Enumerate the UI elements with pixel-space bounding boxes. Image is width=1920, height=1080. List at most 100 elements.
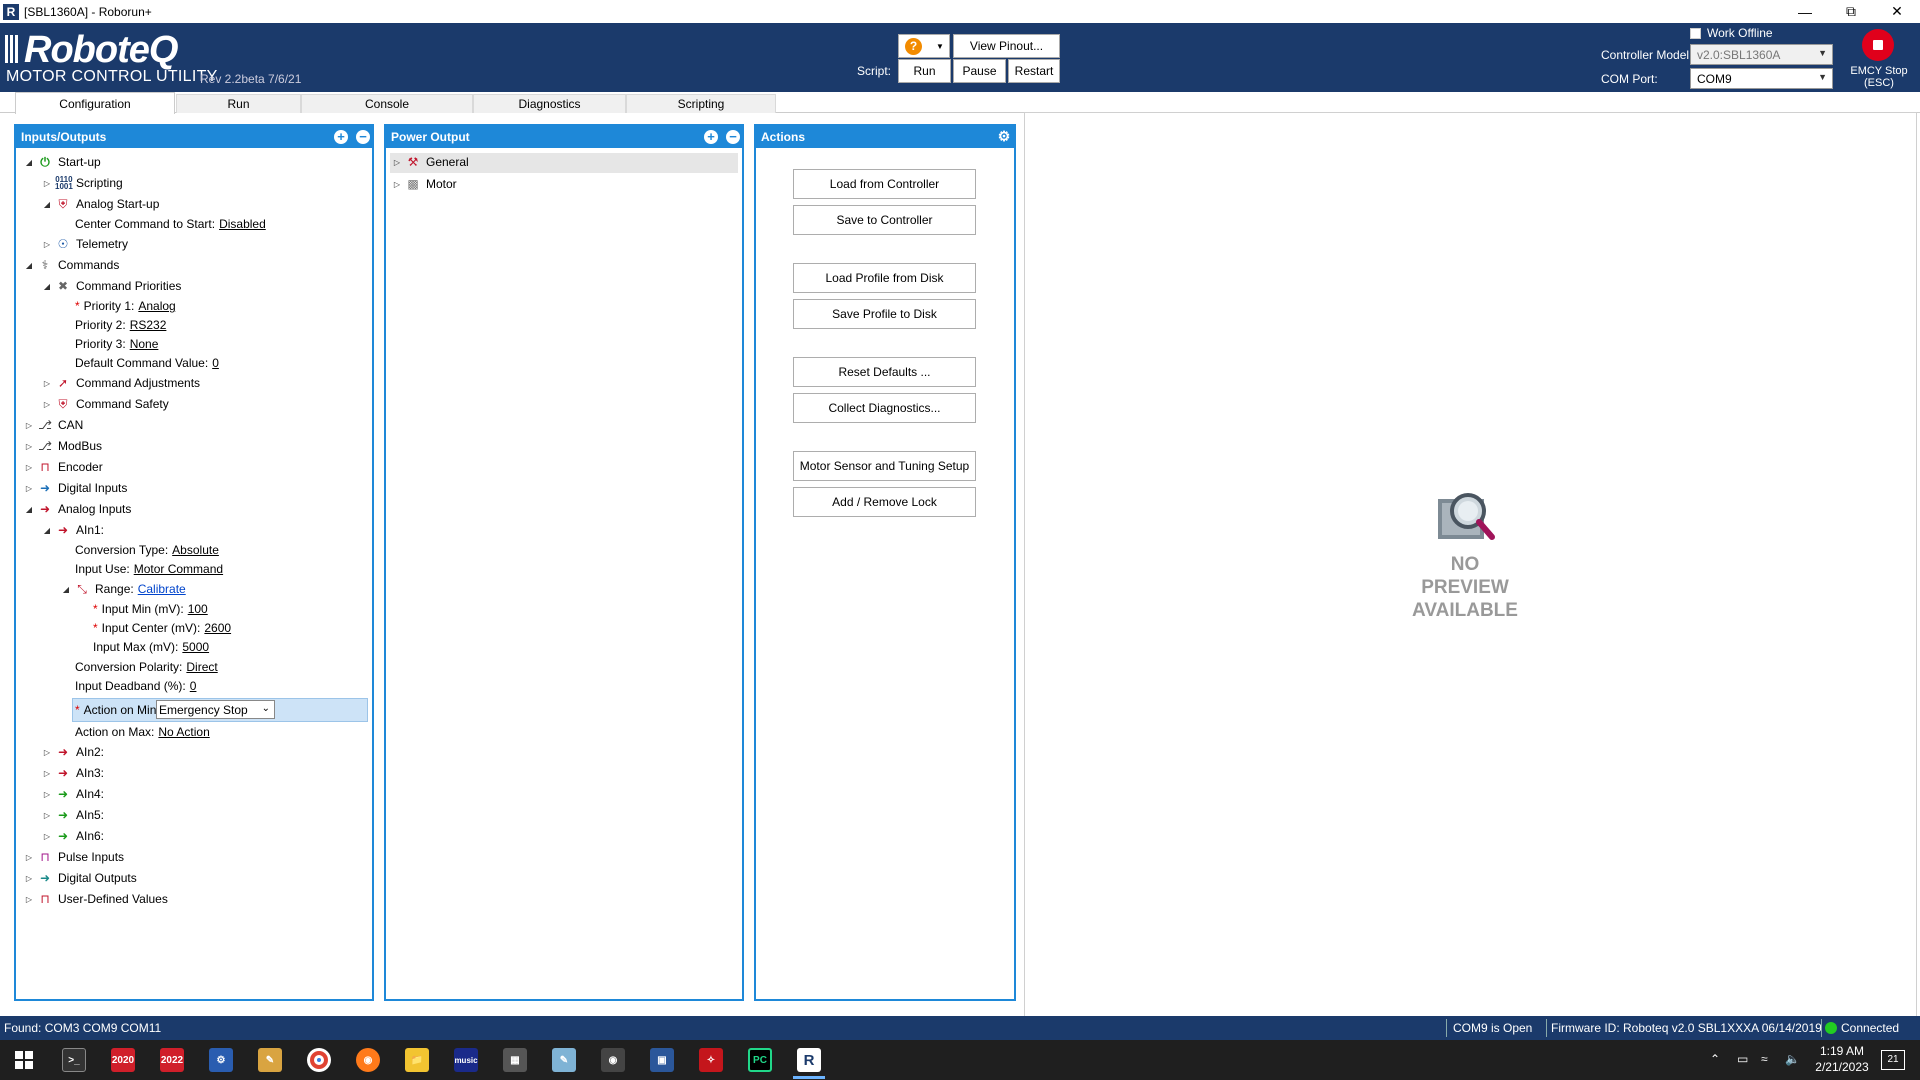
tree-node-ain2[interactable]: ▷ ➜ AIn2: (42, 743, 104, 761)
script-run-button[interactable]: Run (898, 59, 951, 83)
collect-diagnostics-button[interactable]: Collect Diagnostics... (793, 393, 976, 423)
tree-node-pulse-inputs[interactable]: ▷ ⊓ Pulse Inputs (24, 848, 124, 866)
volume-icon[interactable]: 🔈 (1785, 1052, 1800, 1066)
tree-node-ain3[interactable]: ▷ ➜ AIn3: (42, 764, 104, 782)
tray-chevron-icon[interactable]: ⌃ (1710, 1052, 1720, 1066)
tree-node-user-defined-values[interactable]: ▷ ⊓ User-Defined Values (24, 890, 168, 908)
roborun-icon[interactable]: R (797, 1048, 821, 1072)
wifi-icon[interactable]: ≈ (1761, 1052, 1768, 1066)
app-icon[interactable]: ⚙ (209, 1048, 233, 1072)
tree-prop-input-deadband[interactable]: Input Deadband (%): 0 (75, 677, 196, 695)
controller-model-select[interactable]: v2.0:SBL1360A ▼ (1690, 44, 1833, 65)
controller-model-label: Controller Model: (1601, 48, 1693, 62)
notification-center-icon[interactable]: 21 (1881, 1050, 1905, 1070)
help-dropdown-button[interactable]: ? ▼ (898, 34, 950, 58)
tree-prop-default-command[interactable]: Default Command Value: 0 (75, 354, 219, 372)
tree-node-startup[interactable]: ◢ ⏻ Start-up (24, 153, 101, 171)
save-profile-button[interactable]: Save Profile to Disk (793, 299, 976, 329)
tree-node-general[interactable]: ▷ ⚒ General (392, 153, 469, 171)
tree-prop-input-min[interactable]: * Input Min (mV): 100 (93, 600, 208, 618)
tree-node-modbus[interactable]: ▷ ⎇ ModBus (24, 437, 102, 455)
file-explorer-icon[interactable]: 📁 (405, 1048, 429, 1072)
view-pinout-button[interactable]: View Pinout... (953, 34, 1060, 58)
tree-node-commands[interactable]: ◢ ⚕ Commands (24, 256, 119, 274)
collapse-all-icon[interactable]: − (356, 130, 370, 144)
load-profile-button[interactable]: Load Profile from Disk (793, 263, 976, 293)
tree-node-analog-startup[interactable]: ◢ ⛨ Analog Start-up (42, 195, 159, 213)
tree-node-digital-outputs[interactable]: ▷ ➜ Digital Outputs (24, 869, 137, 887)
tree-node-digital-inputs[interactable]: ▷ ➜ Digital Inputs (24, 479, 127, 497)
expand-all-icon[interactable]: + (334, 130, 348, 144)
tree-node-analog-inputs[interactable]: ◢ ➜ Analog Inputs (24, 500, 131, 518)
tree-node-range[interactable]: ◢ ⤡ Range: Calibrate (61, 580, 186, 598)
tree-prop-input-center[interactable]: * Input Center (mV): 2600 (93, 619, 231, 637)
camera-icon[interactable]: ◉ (601, 1048, 625, 1072)
tree-prop-priority-3[interactable]: Priority 3: None (75, 335, 158, 353)
tree-prop-priority-1[interactable]: * Priority 1: Analog (75, 297, 176, 315)
tab-console[interactable]: Console (301, 94, 473, 113)
tab-scripting[interactable]: Scripting (626, 94, 776, 113)
firefox-icon[interactable]: ◉ (356, 1048, 380, 1072)
tree-node-telemetry[interactable]: ▷ ☉ Telemetry (42, 235, 128, 253)
action-on-min-select[interactable]: Emergency Stop ⌄ (156, 700, 275, 719)
com-port-select[interactable]: COM9 ▼ (1690, 68, 1833, 89)
script-restart-button[interactable]: Restart (1008, 59, 1060, 83)
tree-node-ain6[interactable]: ▷ ➜ AIn6: (42, 827, 104, 845)
tree-node-ain4[interactable]: ▷ ➜ AIn4: (42, 785, 104, 803)
tree-prop-priority-2[interactable]: Priority 2: RS232 (75, 316, 166, 334)
tree-node-encoder[interactable]: ▷ ⊓ Encoder (24, 458, 103, 476)
calculator-icon[interactable]: ▦ (503, 1048, 527, 1072)
save-to-controller-button[interactable]: Save to Controller (793, 205, 976, 235)
collapse-all-icon[interactable]: − (726, 130, 740, 144)
chrome-icon[interactable] (307, 1048, 331, 1072)
window-app-icon[interactable]: ▣ (650, 1048, 674, 1072)
tree-prop-input-use[interactable]: Input Use: Motor Command (75, 560, 223, 578)
tree-node-motor[interactable]: ▷ ▩ Motor (392, 175, 457, 193)
close-icon[interactable]: ✕ (1874, 0, 1920, 23)
tree-prop-center-command[interactable]: Center Command to Start: Disabled (75, 215, 266, 233)
tree-prop-conversion-type[interactable]: Conversion Type: Absolute (75, 541, 219, 559)
paint-icon[interactable]: ✎ (258, 1048, 282, 1072)
notes-icon[interactable]: ✎ (552, 1048, 576, 1072)
tree-node-command-safety[interactable]: ▷ ⛨ Command Safety (42, 395, 169, 413)
main-tabs: Configuration Run Console Diagnostics Sc… (0, 92, 1920, 114)
status-bar: Found: COM3 COM9 COM11 COM9 is Open Firm… (0, 1016, 1920, 1040)
settings-gear-icon[interactable]: ⚙ (997, 129, 1011, 144)
restore-icon[interactable]: ⧉ (1828, 0, 1874, 23)
emergency-stop-button[interactable] (1862, 29, 1894, 61)
user-values-icon: ⊓ (40, 892, 50, 906)
network-icon: ⎇ (38, 439, 52, 453)
acrobat-icon[interactable]: ✧ (699, 1048, 723, 1072)
tree-node-can[interactable]: ▷ ⎇ CAN (24, 416, 83, 434)
clock[interactable]: 1:19 AM 2/21/2023 (1812, 1044, 1872, 1074)
solidworks-2022-icon[interactable]: 2022 (160, 1048, 184, 1072)
load-from-controller-button[interactable]: Load from Controller (793, 169, 976, 199)
tree-prop-conversion-polarity[interactable]: Conversion Polarity: Direct (75, 658, 218, 676)
tree-node-command-priorities[interactable]: ◢ ✖ Command Priorities (42, 277, 181, 295)
minimize-icon[interactable]: — (1782, 0, 1828, 23)
tree-node-command-adjustments[interactable]: ▷ ➚ Command Adjustments (42, 374, 200, 392)
script-pause-button[interactable]: Pause (953, 59, 1006, 83)
tree-node-ain1[interactable]: ◢ ➜ AIn1: (42, 521, 104, 539)
tree-node-ain5[interactable]: ▷ ➜ AIn5: (42, 806, 104, 824)
title-bar: R [SBL1360A] - Roborun+ — ⧉ ✕ (0, 0, 1920, 23)
tab-configuration[interactable]: Configuration (15, 92, 175, 114)
port-status: COM9 is Open (1453, 1021, 1533, 1035)
tree-node-scripting[interactable]: ▷ 0110 1001 Scripting (42, 174, 123, 192)
solidworks-2020-icon[interactable]: 2020 (111, 1048, 135, 1072)
amazon-music-icon[interactable]: music (454, 1048, 478, 1072)
motor-sensor-tuning-button[interactable]: Motor Sensor and Tuning Setup (793, 451, 976, 481)
reset-defaults-button[interactable]: Reset Defaults ... (793, 357, 976, 387)
terminal-icon[interactable]: >_ (62, 1048, 86, 1072)
tree-prop-action-on-max[interactable]: Action on Max: No Action (75, 723, 210, 741)
expand-all-icon[interactable]: + (704, 130, 718, 144)
windows-start-icon[interactable] (12, 1048, 36, 1072)
tab-run[interactable]: Run (176, 94, 301, 113)
add-remove-lock-button[interactable]: Add / Remove Lock (793, 487, 976, 517)
calibrate-link[interactable]: Calibrate (138, 582, 186, 596)
display-icon[interactable]: ▭ (1737, 1052, 1748, 1066)
tree-prop-input-max[interactable]: Input Max (mV): 5000 (93, 638, 209, 656)
work-offline-checkbox[interactable]: Work Offline (1690, 26, 1773, 40)
tab-diagnostics[interactable]: Diagnostics (473, 94, 626, 113)
pycharm-icon[interactable]: PC (748, 1048, 772, 1072)
